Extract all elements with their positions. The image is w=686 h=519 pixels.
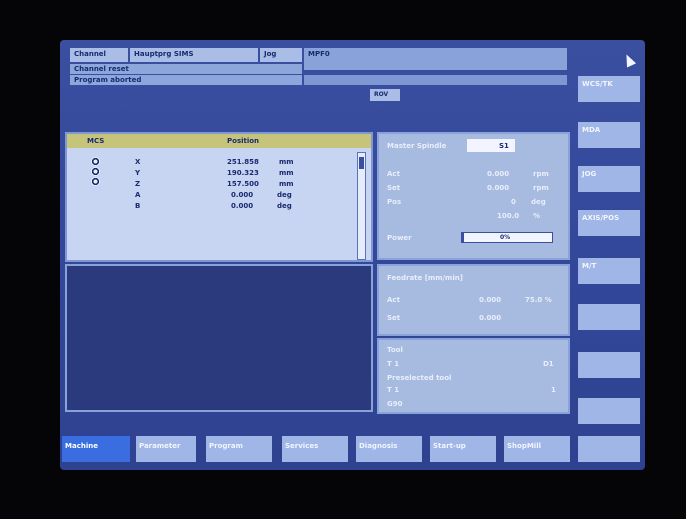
tool-value: D1 [543,360,554,368]
softkey-parameter[interactable]: Parameter [136,436,196,462]
softkey-vertical-empty[interactable] [578,304,640,330]
softkey-shopmill[interactable]: ShopMill [504,436,570,462]
mode-field: Jog [260,48,302,62]
power-value: 0% [500,234,511,241]
g-functions: G90 [387,400,403,408]
status-field [304,75,567,85]
axis-unit: deg [277,191,292,199]
softkey-axis-pos[interactable]: AXIS/POS [578,210,640,236]
channel-field: Channel [70,48,128,62]
axis-value: 190.323 [227,169,259,177]
scroll-thumb[interactable] [359,157,364,169]
softkey-program[interactable]: Program [206,436,272,462]
col-position: Position [227,137,260,145]
spindle-set-label: Set [387,184,401,192]
spindle-set-unit: rpm [533,184,549,192]
axis-value: 251.858 [227,158,259,166]
channel-reset-field: Channel reset [70,64,302,74]
spindle-icon [91,177,100,186]
master-spindle-panel: Master Spindle S1 Act 0.000 rpm Set 0.00… [377,132,570,260]
axis-name: B [135,202,141,210]
spindle-act-label: Act [387,170,400,178]
position-header [67,134,371,148]
feedrate-panel: Feedrate [mm/min] Act 0.000 75.0 % Set 0… [377,264,570,336]
axis-name: A [135,191,141,199]
preselected-tool-value: 1 [551,386,556,394]
power-bar: 0% [461,232,553,243]
axis-unit: mm [279,169,294,177]
feedrate-act-value: 0.000 [479,296,502,304]
softkey-m-t[interactable]: M/T [578,258,640,284]
spindle-override-unit: % [533,212,541,220]
preselected-tool-label: Preselected tool [387,374,452,382]
softkey-start-up[interactable]: Start-up [430,436,496,462]
axis-unit: mm [279,158,294,166]
axis-value: 0.000 [231,202,254,210]
softkey-diagnosis[interactable]: Diagnosis [356,436,422,462]
softkey-vertical-empty[interactable] [578,398,640,424]
program-path-field: MPF0 [304,48,567,70]
axis-unit: mm [279,180,294,188]
program-name-field: Hauptprg SIMS [130,48,258,62]
spindle-override-value: 100.0 [497,212,520,220]
col-mcs: MCS [87,137,105,145]
tool-panel: Tool T 1 D1 Preselected tool T 1 1 G90 [377,338,570,414]
spindle-icon [91,167,100,176]
spindle-pos-label: Pos [387,198,402,206]
position-scrollbar[interactable] [357,152,366,260]
axis-name: Z [135,180,141,188]
feedrate-act-pct: 75.0 % [525,296,552,304]
axis-value: 0.000 [231,191,254,199]
work-window [65,264,373,412]
softkey-vertical-empty[interactable] [578,352,640,378]
spindle-pos-unit: deg [531,198,546,206]
softkey-wcs[interactable]: WCS/TK [578,76,640,102]
tool-line: T 1 [387,360,400,368]
spindle-act-value: 0.000 [487,170,510,178]
tool-title: Tool [387,346,403,354]
spindle-icon [91,157,100,166]
power-label: Power [387,234,412,242]
spindle-set-value: 0.000 [487,184,510,192]
axis-value: 157.500 [227,180,259,188]
power-bar-fill [462,233,464,242]
spindle-number: S1 [499,142,509,150]
softkey-jog[interactable]: JOG [578,166,640,192]
rov-indicator: ROV [370,89,400,101]
position-panel: MCS Position X 251.858 mm Y 190.323 mm Z… [65,132,373,262]
spindle-pos-value: 0 [511,198,516,206]
hmi-screen: Channel Hauptprg SIMS Jog MPF0 Channel r… [60,40,645,470]
feedrate-title: Feedrate [mm/min] [387,274,463,282]
program-aborted-field: Program aborted [70,75,302,85]
softkey-mda[interactable]: MDA [578,122,640,148]
axis-name: Y [135,169,141,177]
spindle-title: Master Spindle [387,142,447,150]
axis-unit: deg [277,202,292,210]
spindle-act-unit: rpm [533,170,549,178]
softkey-machine[interactable]: Machine [62,436,130,462]
softkey-services[interactable]: Services [282,436,348,462]
feedrate-set-label: Set [387,314,401,322]
softkey-horizontal-empty[interactable] [578,436,640,462]
axis-name: X [135,158,141,166]
preselected-tool-line: T 1 [387,386,400,394]
feedrate-act-label: Act [387,296,400,304]
feedrate-set-value: 0.000 [479,314,502,322]
